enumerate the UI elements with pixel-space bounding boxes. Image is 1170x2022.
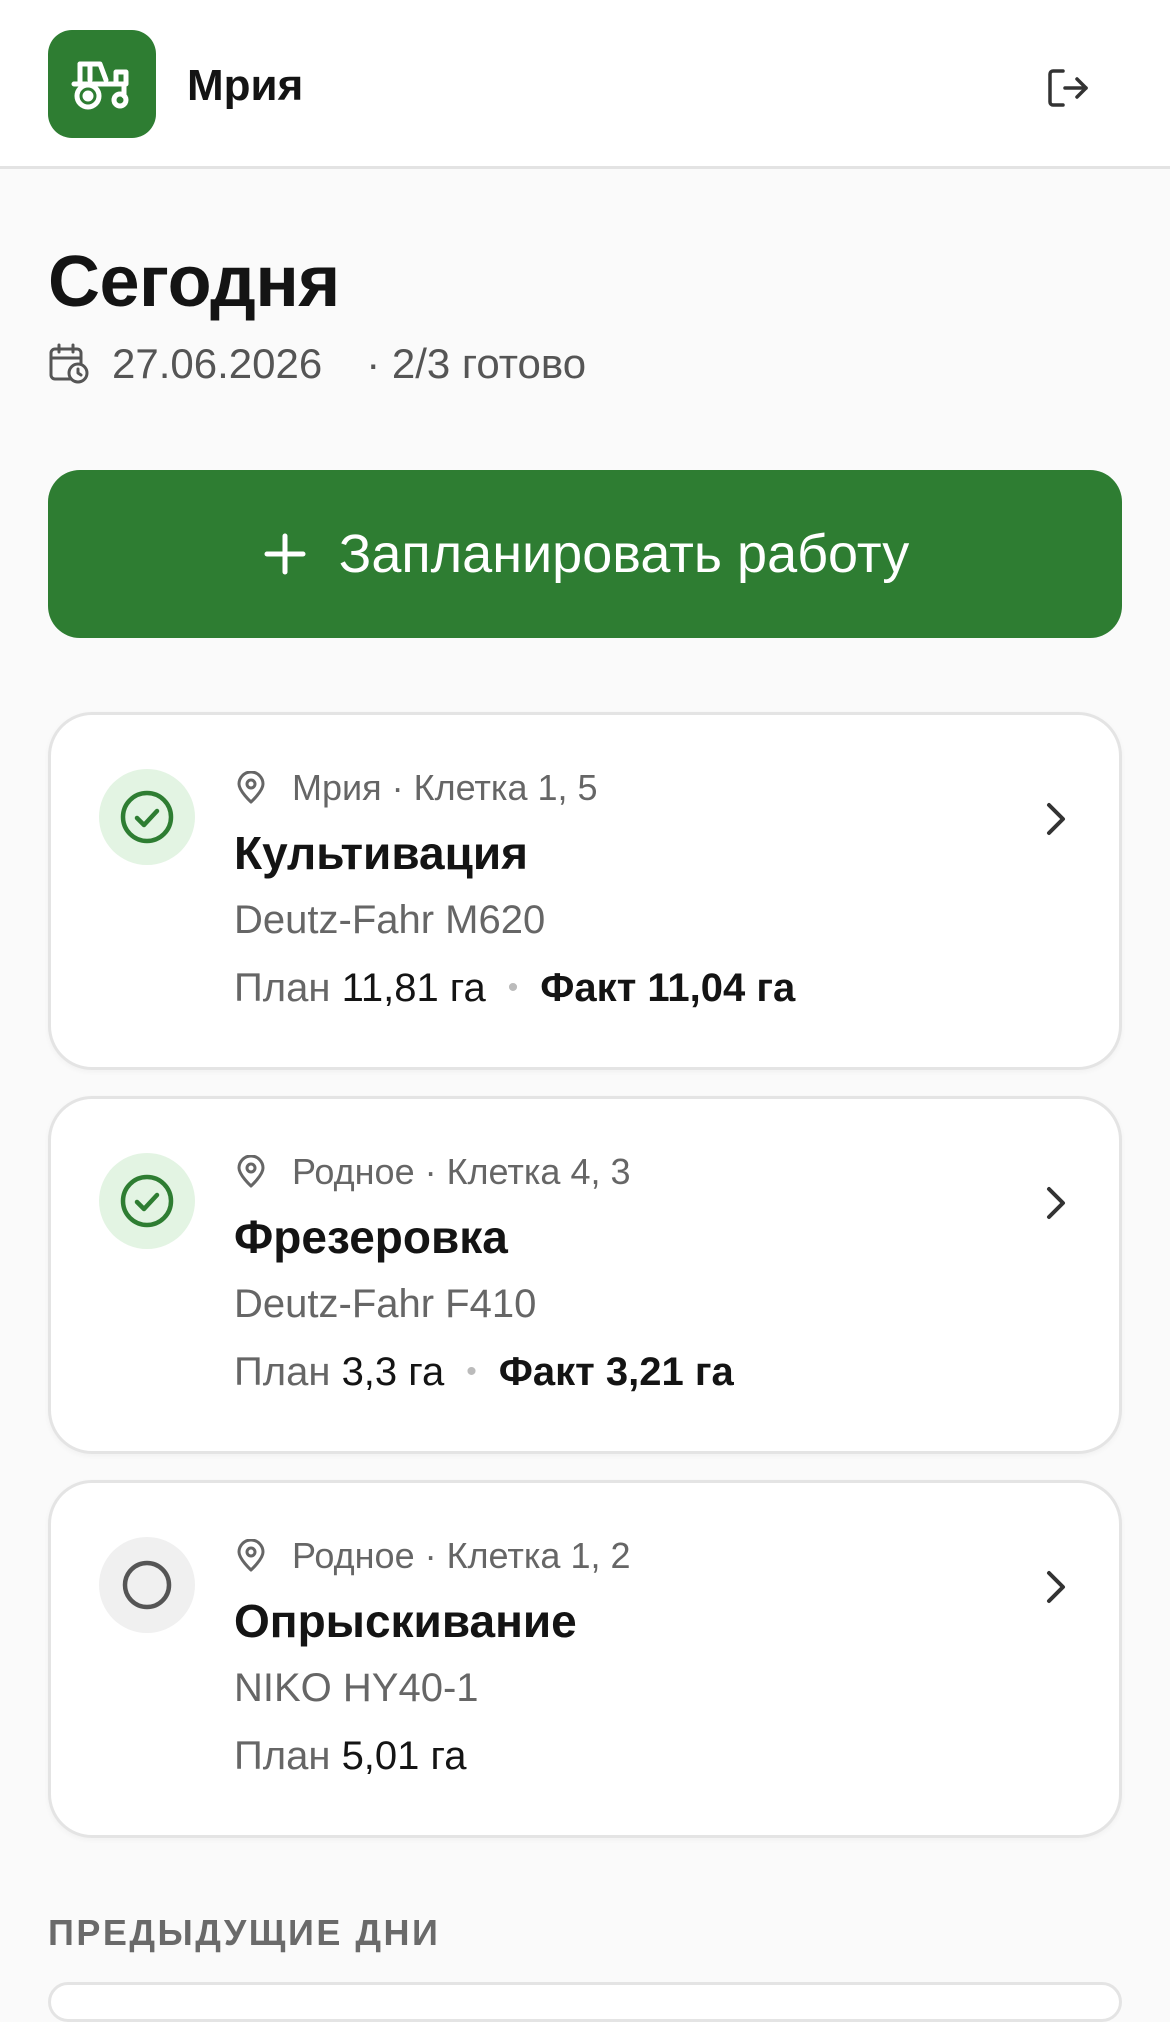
task-operation: Культивация — [234, 827, 528, 879]
status-done-icon — [99, 769, 195, 865]
task-stats: План 11,81 га • Факт 11,04 га — [234, 963, 795, 1013]
task-operation: Опрыскивание — [234, 1595, 577, 1647]
plan-value: 3,3 га — [341, 1350, 445, 1394]
chevron-right-icon — [1036, 1183, 1076, 1223]
calendar-icon — [48, 343, 90, 385]
task-machine: Deutz-Fahr M620 — [234, 898, 546, 942]
task-location-text: Родное · Клетка 4, 3 — [292, 1151, 631, 1192]
tractor-icon — [48, 30, 156, 138]
task-machine: Deutz-Fahr F410 — [234, 1282, 537, 1326]
plan-work-button[interactable]: Запланировать работу — [48, 470, 1122, 638]
location-pin-icon — [234, 771, 268, 805]
task-stats: План 5,01 га — [234, 1731, 466, 1781]
plan-value: 11,81 га — [341, 966, 486, 1010]
chevron-right-icon — [1036, 799, 1076, 839]
status-pending-icon — [99, 1537, 195, 1633]
task-location-text: Родное · Клетка 1, 2 — [292, 1535, 631, 1576]
plan-label: План — [234, 1350, 331, 1394]
plan-label: План — [234, 1734, 331, 1778]
separator-dot: • — [507, 971, 519, 1004]
fact-value: Факт 3,21 га — [498, 1350, 734, 1394]
task-location: Родное · Клетка 4, 3 — [234, 1149, 630, 1195]
previous-days-heading: ПРЕДЫДУЩИЕ ДНИ — [48, 1912, 441, 1953]
task-location: Мрия · Клетка 1, 5 — [234, 765, 598, 811]
logout-button[interactable] — [1036, 56, 1100, 120]
progress-text: · 2/3 готово — [366, 340, 587, 387]
date-text: 27.06.2026 — [112, 340, 323, 387]
task-stats: План 3,3 га • Факт 3,21 га — [234, 1347, 734, 1397]
location-pin-icon — [234, 1539, 268, 1573]
task-location-text: Мрия · Клетка 1, 5 — [292, 767, 598, 808]
plan-work-label: Запланировать работу — [338, 524, 910, 584]
plan-value: 5,01 га — [341, 1734, 467, 1778]
task-operation: Фрезеровка — [234, 1211, 508, 1263]
fact-value: Факт 11,04 га — [540, 966, 796, 1010]
task-card[interactable]: Родное · Клетка 4, 3 Фрезеровка Deutz-Fa… — [48, 1096, 1122, 1454]
task-location: Родное · Клетка 1, 2 — [234, 1533, 630, 1579]
location-pin-icon — [234, 1155, 268, 1189]
app-name: Мрия — [187, 61, 304, 110]
previous-day-card[interactable] — [48, 1982, 1122, 2022]
logout-icon — [1048, 69, 1088, 107]
page-title: Сегодня — [48, 242, 340, 322]
separator-dot: • — [466, 1355, 477, 1388]
task-machine: NIKO HY40-1 — [234, 1666, 479, 1710]
task-card[interactable]: Мрия · Клетка 1, 5 Культивация Deutz-Fah… — [48, 712, 1122, 1070]
status-done-icon — [99, 1153, 195, 1249]
task-card[interactable]: Родное · Клетка 1, 2 Опрыскивание NIKO H… — [48, 1480, 1122, 1838]
app-header: Мрия — [0, 0, 1170, 169]
chevron-right-icon — [1036, 1567, 1076, 1607]
plus-icon — [261, 530, 309, 578]
date-line: 27.06.2026 · 2/3 готово — [48, 338, 586, 390]
plan-label: План — [234, 966, 331, 1010]
